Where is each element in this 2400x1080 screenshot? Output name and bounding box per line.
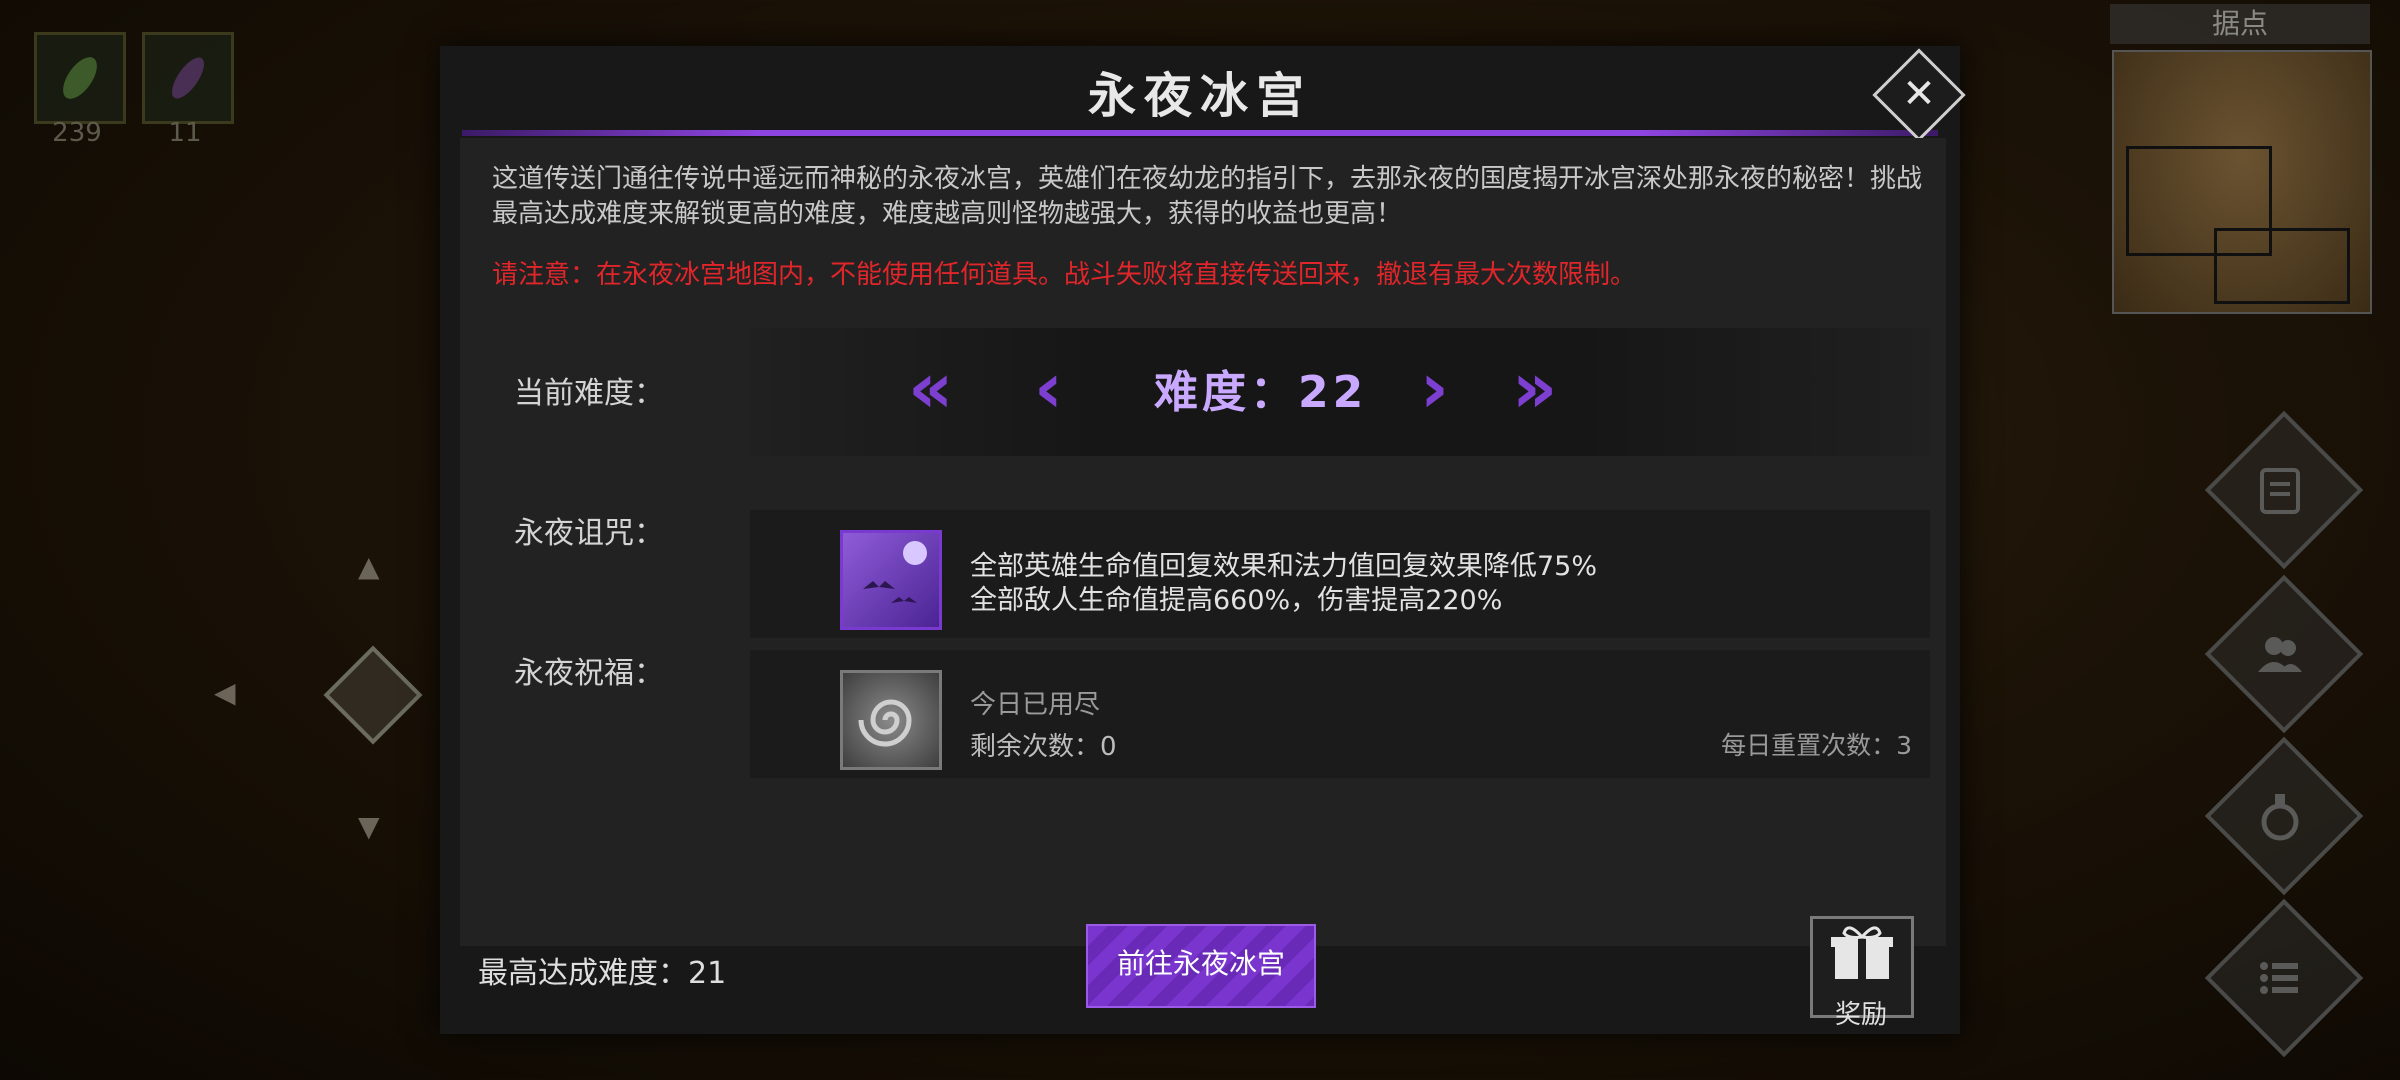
list-icon (2260, 962, 2298, 994)
potion-flask-icon (2261, 794, 2299, 841)
difficulty-value: 难度：22 (1154, 367, 1368, 418)
current-difficulty-label: 当前难度： (514, 376, 664, 411)
dialog-content: 这道传送门通往传说中遥远而神秘的永夜冰宫，英雄们在夜幼龙的指引下，去那永夜的国度… (460, 138, 1946, 946)
resource-count-leaf: 239 (52, 118, 102, 148)
resource-slot-leaf[interactable] (34, 32, 126, 124)
dpad-down-icon[interactable]: ▼ (358, 810, 380, 843)
curse-effect-2: 全部敌人生命值提高660%，伤害提高220% (970, 585, 1503, 616)
blessing-remaining: 剩余次数：0 (970, 732, 1117, 762)
movement-dpad[interactable]: ▲ ◀ ▼ (214, 550, 423, 843)
people-icon (2258, 637, 2302, 672)
gift-icon (1831, 926, 1893, 979)
swirl-icon (858, 699, 912, 747)
reward-label: 奖励 (1834, 1000, 1887, 1030)
dpad-up-icon[interactable]: ▲ (358, 550, 380, 583)
dpad-center[interactable] (323, 645, 423, 745)
description-text: 这道传送门通往传说中遥远而神秘的永夜冰宫，英雄们在夜幼龙的指引下，去那永夜的国度… (492, 164, 1923, 229)
last-difficulty-button[interactable]: » (1512, 353, 1557, 423)
scroll-icon (2260, 468, 2300, 514)
dpad-left-icon[interactable]: ◀ (214, 676, 236, 709)
eternal-night-ice-palace-dialog: 永夜冰宫 ✕ 这道传送门通往传说中遥远而神秘的永夜冰宫，英雄们在夜幼龙的指引下，… (440, 46, 1966, 1034)
go-to-ice-palace-button[interactable]: 前往永夜冰宫 (1086, 924, 1316, 1008)
prev-difficulty-button[interactable]: ‹ (1034, 353, 1063, 423)
max-difficulty-text: 最高达成难度：21 (478, 956, 727, 991)
curse-label: 永夜诅咒： (514, 516, 664, 551)
blessing-swirl-icon[interactable] (840, 670, 942, 770)
next-difficulty-button[interactable]: › (1420, 353, 1449, 423)
bat-moon-icon (863, 541, 927, 603)
minimap-title: 据点 (2110, 4, 2370, 44)
minimap[interactable] (2112, 50, 2372, 314)
close-icon[interactable]: ✕ (1886, 64, 1952, 124)
curse-moon-icon[interactable] (840, 530, 942, 630)
first-difficulty-button[interactable]: « (908, 353, 953, 423)
blessing-label: 永夜祝福： (514, 656, 664, 691)
resource-count-feather: 11 (168, 118, 202, 148)
title-divider (462, 130, 1938, 136)
minimap-room (2214, 228, 2350, 304)
blessing-status: 今日已用尽 (970, 690, 1101, 720)
purple-feather-icon (171, 57, 205, 99)
daily-reset-count: 每日重置次数：3 (1721, 731, 1912, 760)
resource-slot-feather[interactable] (142, 32, 234, 124)
warning-text: 请注意：在永夜冰宫地图内，不能使用任何道具。战斗失败将直接传送回来，撤退有最大次… (492, 260, 1637, 290)
dialog-title: 永夜冰宫 (1087, 68, 1312, 124)
green-leaf-icon (63, 57, 97, 99)
